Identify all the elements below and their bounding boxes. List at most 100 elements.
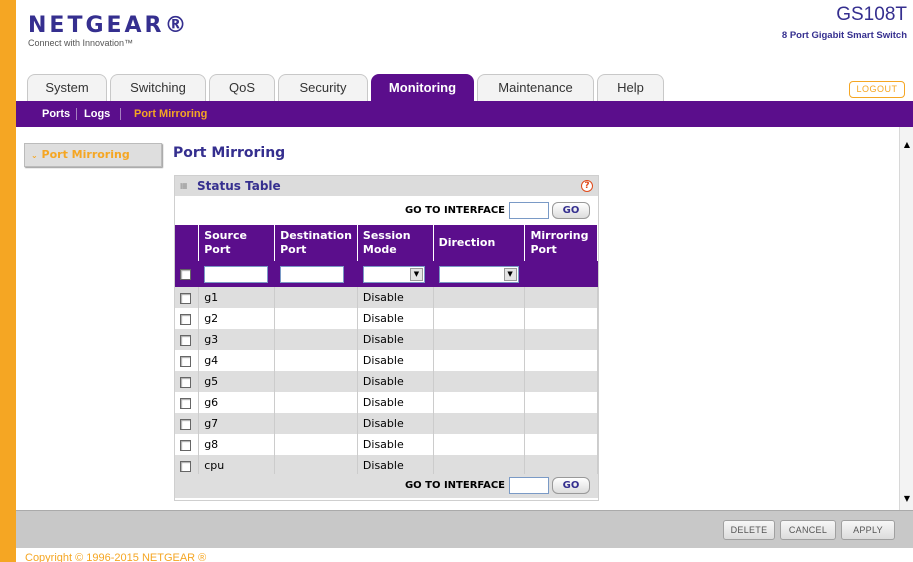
logout-button[interactable]: LOGOUT — [849, 81, 905, 98]
subnav-logs[interactable]: Logs — [84, 101, 110, 127]
netgear-logo: NETGEAR® — [28, 13, 190, 38]
row-checkbox[interactable] — [180, 376, 191, 388]
table-row: g5 Disable — [175, 371, 598, 392]
page-title: Port Mirroring — [173, 145, 286, 161]
sidebar-item-label: Port Mirroring — [41, 148, 130, 161]
table-row: g4 Disable — [175, 350, 598, 371]
column-header-destination-port: Destination Port — [274, 225, 358, 261]
direction-select[interactable]: ▼ — [438, 265, 519, 283]
destination-port-cell — [274, 413, 358, 434]
chevron-down-icon: ⌄ — [31, 151, 38, 160]
row-checkbox[interactable] — [180, 460, 191, 472]
direction-cell — [433, 392, 526, 413]
mirroring-port-cell — [524, 455, 598, 476]
scroll-up-icon[interactable]: ▲ — [902, 139, 912, 150]
session-mode-cell: Disable — [357, 413, 434, 434]
source-port-cell: g8 — [198, 434, 276, 455]
direction-cell — [433, 350, 526, 371]
mirroring-port-cell — [524, 308, 598, 329]
column-header-mirroring-port: Mirroring Port — [524, 225, 598, 261]
collapse-grip-icon[interactable]: ▦ — [180, 181, 188, 190]
tab-qos[interactable]: QoS — [209, 74, 275, 101]
row-checkbox[interactable] — [180, 313, 191, 325]
source-port-cell: g1 — [198, 287, 276, 308]
tab-security[interactable]: Security — [278, 74, 368, 101]
left-frame-stripe — [0, 0, 16, 562]
help-icon[interactable]: ? — [581, 180, 593, 192]
source-port-cell: g7 — [198, 413, 276, 434]
logo-tagline: Connect with Innovation™ — [28, 38, 134, 48]
vertical-scrollbar[interactable]: ▲ ▼ — [899, 127, 913, 510]
status-table-panel: ▦ Status Table ? GO TO INTERFACE GO Sour… — [174, 175, 599, 501]
source-port-cell: g4 — [198, 350, 276, 371]
page: NETGEAR® Connect with Innovation™ GS108T… — [0, 0, 913, 562]
direction-cell — [433, 434, 526, 455]
table-row: cpu Disable — [175, 455, 598, 476]
row-checkbox[interactable] — [180, 439, 191, 451]
tab-maintenance[interactable]: Maintenance — [477, 74, 594, 101]
delete-button[interactable]: DELETE — [723, 520, 775, 540]
model-description: 8 Port Gigabit Smart Switch — [781, 30, 907, 41]
subnav-divider — [120, 108, 121, 120]
table-row: g6 Disable — [175, 392, 598, 413]
session-mode-cell: Disable — [357, 371, 434, 392]
mirroring-port-cell — [524, 350, 598, 371]
row-checkbox[interactable] — [180, 334, 191, 346]
goto-interface-top: GO TO INTERFACE GO — [175, 199, 598, 223]
tab-monitoring[interactable]: Monitoring — [371, 74, 474, 101]
row-checkbox[interactable] — [180, 292, 191, 304]
main-tabs: System Switching QoS Security Monitoring… — [16, 74, 913, 101]
direction-cell — [433, 329, 526, 350]
table-row: g3 Disable — [175, 329, 598, 350]
cancel-button[interactable]: CANCEL — [780, 520, 836, 540]
destination-port-cell — [274, 329, 358, 350]
scroll-down-icon[interactable]: ▼ — [902, 493, 912, 504]
select-all-checkbox[interactable] — [180, 269, 191, 280]
destination-port-input[interactable] — [280, 265, 345, 283]
destination-port-cell — [274, 350, 358, 371]
tab-help[interactable]: Help — [597, 74, 664, 101]
subnav-ports[interactable]: Ports — [42, 101, 70, 127]
go-button[interactable]: GO — [552, 202, 590, 219]
panel-header: ▦ Status Table ? — [175, 176, 598, 196]
mirroring-port-cell — [524, 329, 598, 350]
destination-port-cell — [274, 392, 358, 413]
row-checkbox[interactable] — [180, 397, 191, 409]
source-port-cell: g3 — [198, 329, 276, 350]
session-mode-cell: Disable — [357, 455, 434, 476]
tab-switching[interactable]: Switching — [110, 74, 206, 101]
apply-button[interactable]: APPLY — [841, 520, 895, 540]
session-mode-cell: Disable — [357, 287, 434, 308]
status-table: Source Port Destination Port Session Mod… — [175, 225, 598, 476]
mirroring-port-cell — [524, 287, 598, 308]
column-header-session-mode: Session Mode — [357, 225, 434, 261]
session-mode-cell: Disable — [357, 434, 434, 455]
copyright-text: Copyright © 1996-2015 NETGEAR ® — [25, 552, 207, 562]
mirroring-port-cell — [524, 392, 598, 413]
goto-interface-input[interactable] — [509, 202, 549, 219]
row-checkbox[interactable] — [180, 355, 191, 367]
direction-cell — [433, 455, 526, 476]
sidebar-item-port-mirroring[interactable]: ⌄ Port Mirroring — [24, 143, 162, 167]
row-checkbox[interactable] — [180, 418, 191, 430]
session-mode-select[interactable]: ▼ — [362, 265, 425, 283]
column-header-direction: Direction — [433, 225, 526, 261]
go-button[interactable]: GO — [552, 477, 590, 494]
session-mode-cell: Disable — [357, 308, 434, 329]
goto-interface-bottom: GO TO INTERFACE GO — [175, 474, 598, 498]
source-port-cell: cpu — [198, 455, 276, 476]
sub-navigation: Ports Logs Port Mirroring — [16, 101, 913, 127]
direction-cell — [433, 413, 526, 434]
destination-port-cell — [274, 434, 358, 455]
goto-interface-label: GO TO INTERFACE — [404, 205, 505, 216]
subnav-port-mirroring[interactable]: Port Mirroring — [134, 101, 207, 127]
source-port-input[interactable] — [204, 265, 269, 283]
table-row: g1 Disable — [175, 287, 598, 308]
tab-system[interactable]: System — [27, 74, 107, 101]
action-button-bar: DELETE CANCEL APPLY — [16, 510, 913, 548]
direction-cell — [433, 308, 526, 329]
goto-interface-input[interactable] — [509, 477, 549, 494]
destination-port-cell — [274, 308, 358, 329]
subnav-divider — [76, 108, 77, 120]
direction-cell — [433, 371, 526, 392]
